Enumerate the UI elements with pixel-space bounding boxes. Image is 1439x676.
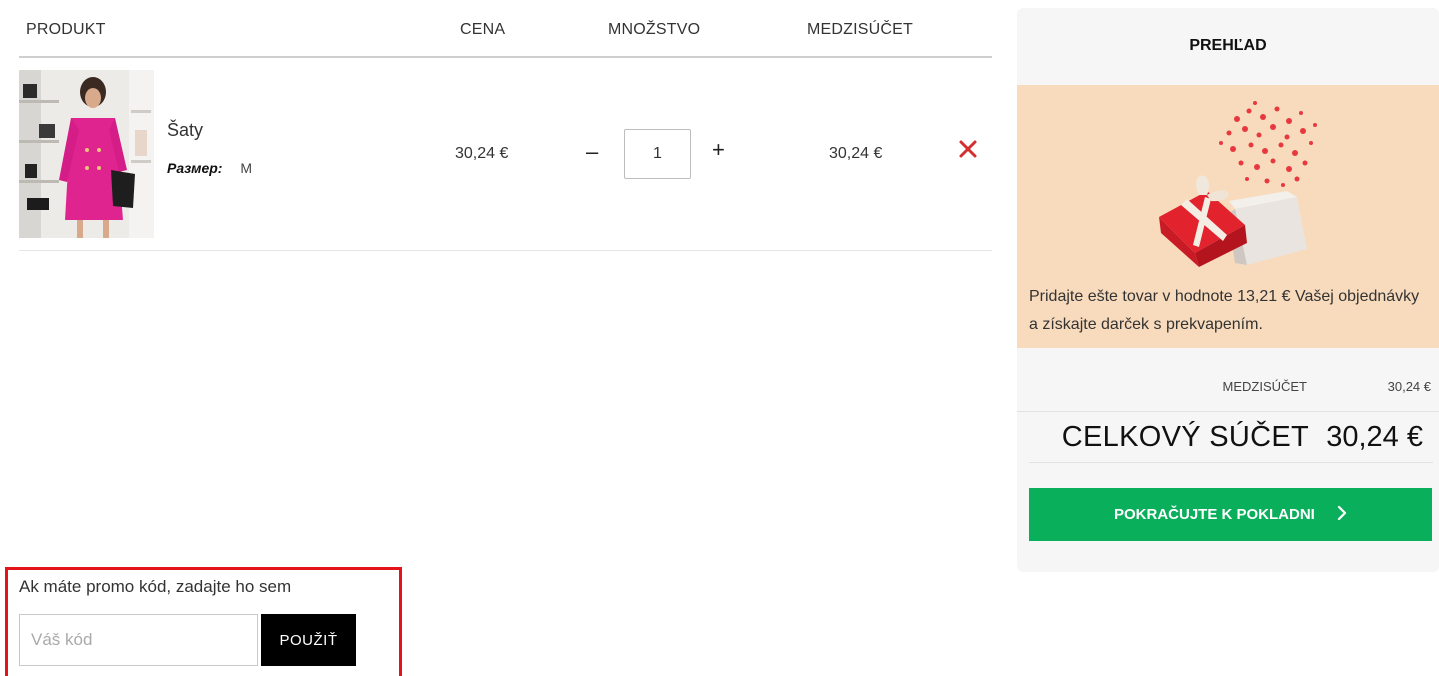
apply-promo-button[interactable]: POUŽIŤ <box>261 614 356 666</box>
product-image[interactable] <box>19 70 154 238</box>
close-icon <box>959 140 977 158</box>
checkout-button-label: POKRAČUJTE K POKLADNI <box>1113 505 1315 523</box>
summary-subtotal-label: MEDZISÚČET <box>1222 379 1308 394</box>
gift-box-icon <box>1159 101 1317 267</box>
product-photo-icon <box>19 70 154 238</box>
chevron-right-icon <box>1337 505 1347 525</box>
promo-code-input[interactable] <box>19 614 258 666</box>
summary-subtotal-value: 30,24 € <box>1387 379 1431 394</box>
summary-total-value: 30,24 € <box>1326 421 1423 453</box>
remove-item-button[interactable] <box>957 138 979 160</box>
order-summary-panel: PREHĽAD Pridajte ešte tovar v hodnote 13… <box>1017 8 1439 572</box>
cart-table: PRODUKT CENA MNOŽSTVO MEDZISÚČET Šaty Ра… <box>19 0 992 251</box>
product-name[interactable]: Šaty <box>167 120 203 141</box>
item-price: 30,24 € <box>455 145 509 162</box>
header-quantity: MNOŽSTVO <box>608 21 701 38</box>
summary-title: PREHĽAD <box>1189 37 1267 54</box>
promo-code-section: Ak máte promo kód, zadajte ho sem POUŽIŤ <box>5 567 402 676</box>
quantity-increase-button[interactable]: + <box>712 139 725 161</box>
cart-row: Šaty Размер: M 30,24 € – + 30,24 € <box>19 58 992 251</box>
product-size: Размер: M <box>167 160 252 176</box>
size-label: Размер: <box>167 160 223 176</box>
cart-header: PRODUKT CENA MNOŽSTVO MEDZISÚČET <box>19 0 992 58</box>
item-subtotal: 30,24 € <box>829 145 883 162</box>
quantity-input[interactable] <box>624 129 691 179</box>
gift-promo-banner: Pridajte ešte tovar v hodnote 13,21 € Va… <box>1017 85 1439 348</box>
summary-total-label: CELKOVÝ SÚČET <box>1061 421 1309 453</box>
header-subtotal: MEDZISÚČET <box>807 21 913 38</box>
gift-promo-text: Pridajte ešte tovar v hodnote 13,21 € Va… <box>1029 288 1420 333</box>
summary-subtotal-row: MEDZISÚČET 30,24 € <box>1017 378 1439 412</box>
promo-instructions: Ak máte promo kód, zadajte ho sem <box>19 577 292 596</box>
checkout-button[interactable]: POKRAČUJTE K POKLADNI <box>1029 488 1432 541</box>
header-price: CENA <box>460 21 506 38</box>
summary-total-row: CELKOVÝ SÚČET 30,24 € <box>1029 412 1433 463</box>
size-value: M <box>240 160 253 176</box>
header-product: PRODUKT <box>26 21 106 38</box>
quantity-decrease-button[interactable]: – <box>586 141 598 163</box>
